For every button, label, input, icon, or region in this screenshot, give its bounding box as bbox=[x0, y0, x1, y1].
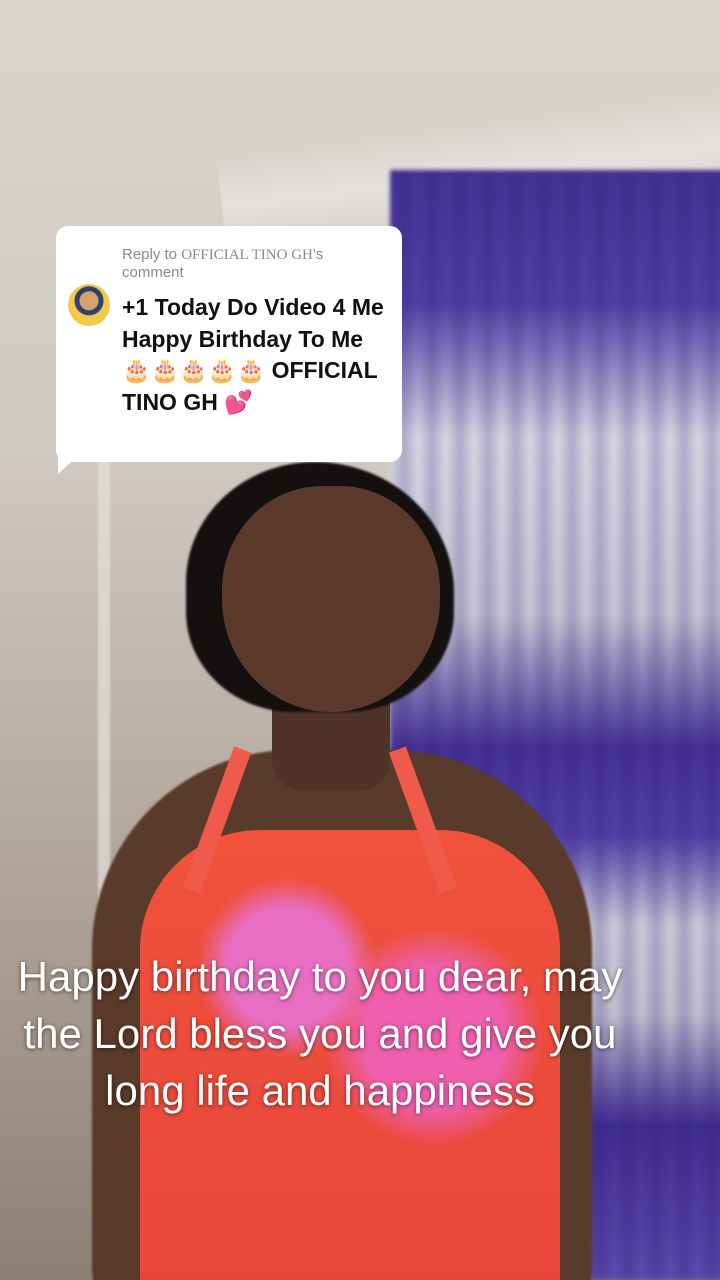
reply-meta: Reply to OFFICIAL TINO GH's comment bbox=[122, 246, 384, 282]
reply-card-tail bbox=[58, 456, 78, 474]
face bbox=[222, 486, 440, 712]
reply-comment-card[interactable]: Reply to OFFICIAL TINO GH's comment +1 T… bbox=[56, 226, 402, 462]
reply-prefix: Reply to bbox=[122, 246, 182, 263]
reply-comment-text: +1 Today Do Video 4 Me Happy Birthday To… bbox=[122, 294, 384, 415]
reply-username[interactable]: OFFICIAL TINO GH bbox=[181, 247, 313, 263]
user-avatar-icon[interactable] bbox=[68, 284, 110, 326]
video-caption: Happy birthday to you dear, may the Lord… bbox=[17, 953, 623, 1114]
